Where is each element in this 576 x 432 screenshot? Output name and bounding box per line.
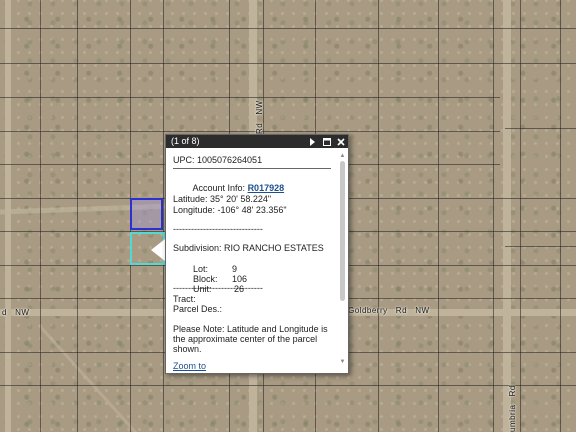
road-label-vertical: Rd NW <box>255 100 264 134</box>
lot-line <box>560 0 561 432</box>
road-label-goldberry: Goldberry Rd NW <box>348 306 430 315</box>
maximize-icon[interactable] <box>322 135 331 148</box>
popup-content: UPC: 1005076264051 Account Info: R017928… <box>173 153 335 373</box>
dash-separator: ------------------------------ <box>173 224 263 234</box>
road-label-umbria: umbria Rd <box>508 385 517 432</box>
note-line-3: shown. <box>173 344 202 354</box>
dash-separator: ------------------------------ <box>173 283 263 293</box>
lot-line <box>505 128 576 129</box>
note-line-1: Please Note: Latitude and Longitude is <box>173 324 328 334</box>
latitude-text: Latitude: 35° 20' 58.224" <box>173 194 272 204</box>
lot-line <box>0 97 500 98</box>
account-link[interactable]: R017928 <box>248 183 285 193</box>
tract-text: Tract: <box>173 294 196 304</box>
lot-line <box>505 246 576 247</box>
zoom-to-link[interactable]: Zoom to <box>173 361 206 371</box>
popup-scrollbar[interactable]: ▲ ▼ <box>339 153 346 365</box>
popup-counter: (1 of 8) <box>171 136 200 146</box>
note-line-2: the approximate center of the parcel <box>173 334 318 344</box>
upc-text: UPC: 1005076264051 <box>173 155 263 165</box>
lot-line <box>438 0 439 432</box>
account-label: Account Info: <box>192 183 248 193</box>
road-vertical-right <box>503 0 511 432</box>
popup-pointer <box>151 239 165 261</box>
parcel-info-popup: (1 of 8) UPC: 1005076264051 Account Info… <box>165 134 349 374</box>
lot-line <box>520 0 521 432</box>
parcel-des-text: Parcel Des.: <box>173 304 223 314</box>
popup-header: (1 of 8) <box>166 135 348 148</box>
divider <box>173 168 331 169</box>
road-diagonal-track <box>37 324 141 432</box>
subdivision-text: Subdivision: RIO RANCHO ESTATES <box>173 243 324 253</box>
scroll-up-icon[interactable]: ▲ <box>339 153 346 159</box>
longitude-text: Longitude: -106° 48' 23.356" <box>173 205 287 215</box>
lot-line <box>0 131 500 132</box>
lot-line <box>378 0 379 432</box>
lot-line <box>0 28 576 29</box>
road-vertical-left <box>5 0 11 432</box>
lot-line <box>0 63 576 64</box>
selected-parcel-highlight[interactable] <box>130 198 163 230</box>
lot-line <box>493 0 494 432</box>
scroll-down-icon[interactable]: ▼ <box>339 359 346 365</box>
close-icon[interactable] <box>336 135 345 148</box>
road-label-west: d NW <box>2 308 30 317</box>
lot-line <box>163 0 164 432</box>
lot-line <box>77 0 78 432</box>
scroll-thumb[interactable] <box>340 161 345 301</box>
aerial-map[interactable]: d NW Goldberry Rd NW Rd NW umbria Rd (1 … <box>0 0 576 432</box>
next-arrow-icon[interactable] <box>308 135 317 148</box>
lot-line <box>40 0 41 432</box>
lot-line <box>0 385 576 386</box>
